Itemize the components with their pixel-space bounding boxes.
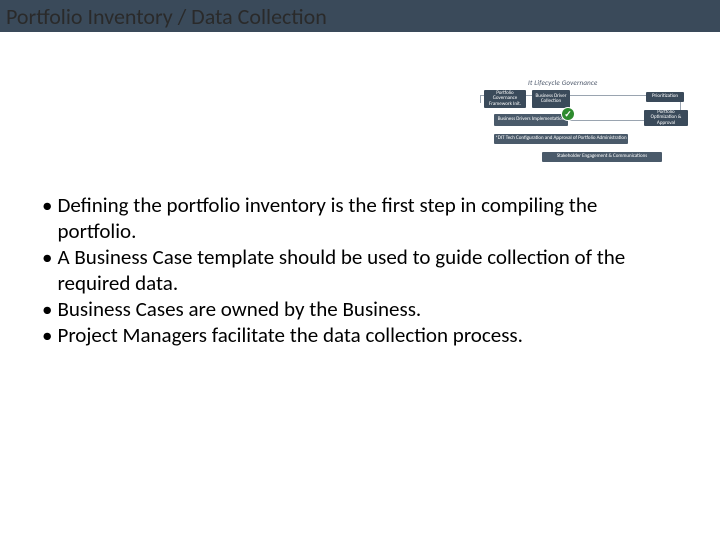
bullet-text: A Business Case template should be used … <box>57 244 672 296</box>
bullet-text: Project Managers facilitate the data col… <box>57 322 672 348</box>
bullet-item: • Business Cases are owned by the Busine… <box>42 296 672 322</box>
bullet-text: Defining the portfolio inventory is the … <box>57 192 672 244</box>
bullet-marker: • <box>42 322 52 348</box>
diagram-box: Business Drivers Implementation <box>494 114 568 126</box>
diagram-heading: It Lifecycle Governance <box>528 78 598 87</box>
slide-title: Portfolio Inventory / Data Collection <box>6 3 327 30</box>
bullet-list: • Defining the portfolio inventory is th… <box>42 192 672 348</box>
checkmark-icon: ✓ <box>562 108 574 120</box>
diagram-box: Prioritization <box>646 92 684 102</box>
diagram-box: Portfolio Optimization & Approval <box>644 110 688 126</box>
slide: Portfolio Inventory / Data Collection It… <box>0 0 720 540</box>
diagram-line <box>568 120 644 121</box>
diagram-line <box>480 95 481 103</box>
bullet-marker: • <box>42 296 52 322</box>
diagram-box: Portfolio Governance Framework Init. <box>484 90 526 108</box>
bullet-item: • Project Managers facilitate the data c… <box>42 322 672 348</box>
governance-diagram: It Lifecycle Governance Portfolio Govern… <box>472 78 692 174</box>
diagram-box: Business Driver Collection <box>532 90 570 108</box>
bullet-item: • A Business Case template should be use… <box>42 244 672 296</box>
diagram-box: *DIT Tech Configuration and Approval of … <box>494 134 628 144</box>
bullet-item: • Defining the portfolio inventory is th… <box>42 192 672 244</box>
bullet-marker: • <box>42 192 52 218</box>
diagram-box: Stakeholder Engagement & Communications <box>542 152 662 162</box>
bullet-text: Business Cases are owned by the Business… <box>57 296 672 322</box>
bullet-marker: • <box>42 244 52 270</box>
